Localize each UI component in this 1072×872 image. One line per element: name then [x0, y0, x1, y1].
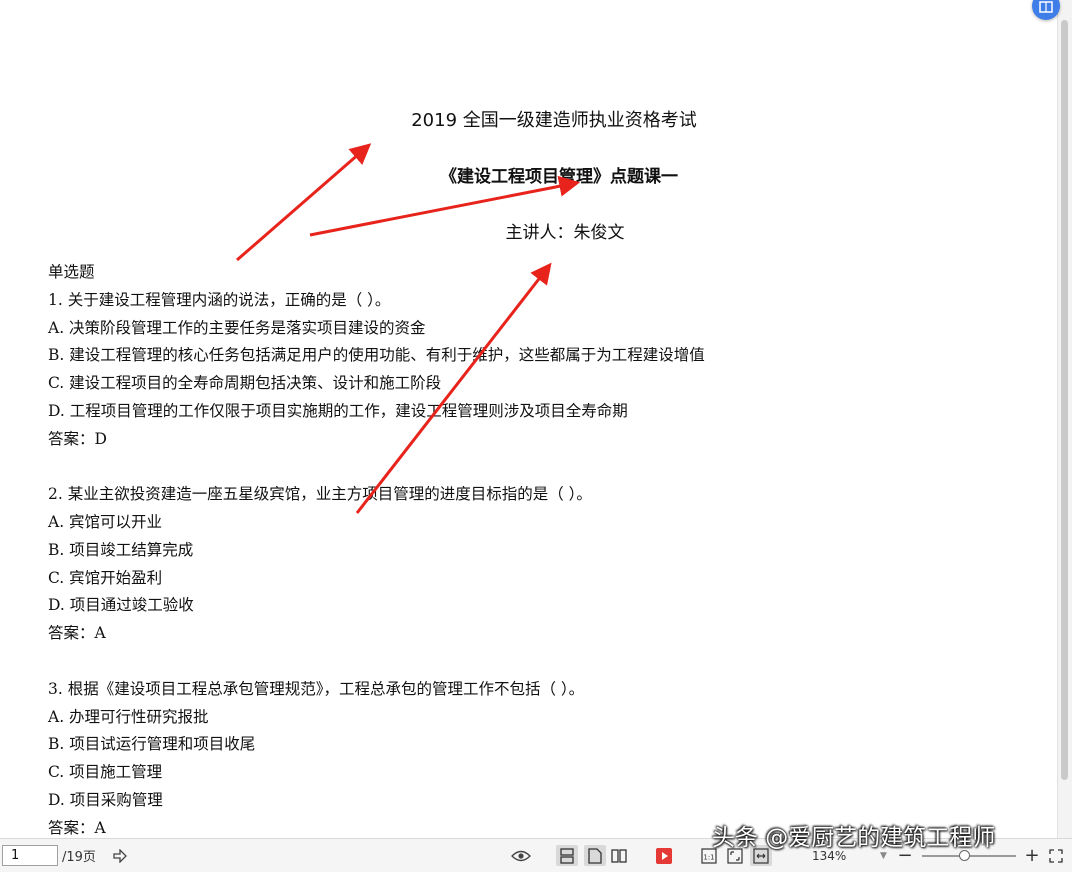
- option-line: A. 宾馆可以开业: [48, 513, 163, 531]
- option-line: C. 宾馆开始盈利: [48, 569, 163, 587]
- answer-line: 答案：A: [48, 624, 106, 642]
- question-stem: 3. 根据《建设项目工程总承包管理规范》，工程总承包的管理工作不包括（ ）。: [48, 680, 585, 698]
- option-line: D. 项目采购管理: [48, 791, 163, 809]
- fullscreen-icon[interactable]: [1046, 845, 1066, 866]
- answer-line: 答案：D: [48, 430, 107, 448]
- eye-protection-icon[interactable]: [510, 845, 532, 866]
- answer-line: 答案：A: [48, 819, 106, 837]
- option-line: A. 决策阶段管理工作的主要任务是落实项目建设的资金: [48, 319, 426, 337]
- option-line: B. 项目试运行管理和项目收尾: [48, 735, 256, 753]
- option-line: C. 建设工程项目的全寿命周期包括决策、设计和施工阶段: [48, 374, 442, 392]
- document-title: 2019 全国一级建造师执业资格考试: [411, 110, 697, 131]
- play-icon[interactable]: [654, 845, 674, 866]
- question-stem: 1. 关于建设工程管理内涵的说法，正确的是（ ）。: [48, 291, 391, 309]
- question-stem: 2. 某业主欲投资建造一座五星级宾馆，业主方项目管理的进度目标指的是（ ）。: [48, 485, 592, 503]
- svg-text:1:1: 1:1: [703, 853, 714, 861]
- zoom-in-button[interactable]: +: [1024, 845, 1040, 866]
- document-subtitle: 《建设工程项目管理》点题课一: [440, 167, 678, 187]
- document-icon: [1039, 1, 1053, 13]
- page-number-input[interactable]: 1: [2, 845, 58, 866]
- option-line: D. 项目通过竣工验收: [48, 596, 194, 614]
- scrollbar-thumb[interactable]: [1061, 20, 1068, 780]
- vertical-scrollbar[interactable]: [1057, 0, 1072, 838]
- option-line: A. 办理可行性研究报批: [48, 708, 209, 726]
- option-line: B. 建设工程管理的核心任务包括满足用户的使用功能、有利于维护，这些都属于为工程…: [48, 346, 705, 364]
- document-page: 2019 全国一级建造师执业资格考试 《建设工程项目管理》点题课一 主讲人：朱俊…: [0, 0, 1058, 838]
- option-line: D. 工程项目管理的工作仅限于项目实施期的工作，建设工程管理则涉及项目全寿命期: [48, 402, 628, 420]
- section-heading: 单选题: [48, 263, 95, 281]
- page-total-label: /19页: [62, 850, 96, 865]
- arrow-right-icon[interactable]: [110, 845, 130, 866]
- option-line: C. 项目施工管理: [48, 763, 163, 781]
- document-viewer[interactable]: 2019 全国一级建造师执业资格考试 《建设工程项目管理》点题课一 主讲人：朱俊…: [0, 0, 1072, 838]
- double-page-view-icon[interactable]: [608, 845, 630, 866]
- option-line: B. 项目竣工结算完成: [48, 541, 194, 559]
- watermark-text: 头条 @爱厨艺的建筑工程师: [712, 825, 996, 851]
- continuous-view-icon[interactable]: [584, 845, 606, 866]
- lecturer-line: 主讲人：朱俊文: [505, 223, 625, 243]
- single-page-view-icon[interactable]: [556, 845, 578, 866]
